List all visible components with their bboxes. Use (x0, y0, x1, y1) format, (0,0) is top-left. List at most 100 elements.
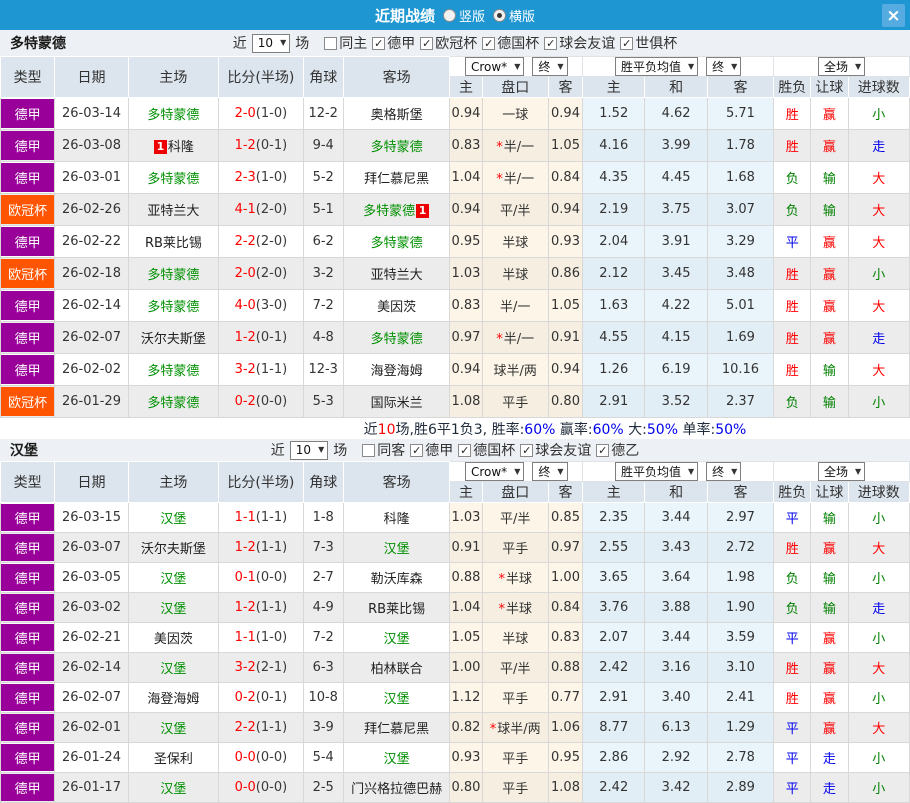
checkbox-unchecked-icon[interactable] (362, 444, 375, 457)
checkbox-unchecked-icon[interactable] (324, 37, 337, 50)
radio-selected-icon[interactable] (493, 9, 506, 22)
result-goals: 大 (848, 533, 909, 563)
filter-checkbox-球会友谊[interactable]: ✓球会友谊 (520, 440, 591, 460)
filter-checkbox-同客[interactable]: 同客 (362, 440, 405, 460)
filter-checkbox-同主[interactable]: 同主 (324, 33, 367, 53)
competition-badge: 德甲 (1, 714, 54, 741)
scope-select-value: 全场 (824, 58, 848, 75)
avg-away-odds: 3.59 (707, 623, 773, 653)
handicap-text: 半球 (502, 268, 528, 283)
filter-checkbox-欧冠杯[interactable]: ✓欧冠杯 (420, 33, 477, 53)
result-handicap: 赢 (811, 623, 848, 653)
home-team-cell: 1科隆 (128, 130, 218, 162)
radio-vertical-label: 竖版 (459, 6, 485, 25)
recent-count-select[interactable]: 10▼ (252, 34, 290, 53)
corners-cell: 3-9 (303, 713, 343, 743)
odds-home: 0.83 (450, 290, 482, 322)
home-team-cell: 多特蒙德 (128, 386, 218, 418)
halftime-score: (2-1) (256, 660, 287, 675)
home-team-name: 汉堡 (160, 722, 186, 737)
match-type-cell: 德甲 (1, 130, 55, 162)
checkbox-checked-icon[interactable]: ✓ (520, 444, 533, 457)
table-row: 德甲26-03-07沃尔夫斯堡1-2(1-1)7-3汉堡0.91平手0.972.… (1, 533, 910, 563)
odds-final-select[interactable]: 终▼ (532, 462, 567, 481)
corners-cell: 12-3 (303, 354, 343, 386)
avg-home-odds: 1.63 (583, 290, 645, 322)
section-team-title: 汉堡 (10, 440, 38, 460)
odds-home: 1.04 (450, 593, 482, 623)
subheader-5: 客 (707, 482, 773, 503)
filter-controls: 近10▼场同客✓德甲✓德国杯✓球会友谊✓德乙 (271, 440, 639, 460)
avg-home-odds: 2.91 (583, 386, 645, 418)
fulltime-score: 0-2 (235, 394, 256, 409)
avg-select[interactable]: 胜平负均值▼ (615, 462, 698, 481)
chevron-down-icon: ▼ (731, 63, 737, 71)
checkbox-checked-icon[interactable]: ✓ (482, 37, 495, 50)
fulltime-score: 0-0 (235, 750, 256, 765)
layout-radio-horizontal[interactable]: 横版 (493, 6, 535, 25)
match-date: 26-01-24 (55, 743, 128, 773)
scope-select[interactable]: 全场▼ (818, 462, 865, 481)
corners-cell: 7-2 (303, 623, 343, 653)
filter-checkbox-德国杯[interactable]: ✓德国杯 (458, 440, 515, 460)
odds-final-select[interactable]: 终▼ (532, 57, 567, 76)
score-cell: 0-2(0-0) (219, 386, 303, 418)
handicap-star-icon: * (498, 572, 505, 587)
filter-checkbox-德乙[interactable]: ✓德乙 (596, 440, 639, 460)
result-goals: 小 (848, 98, 909, 130)
checkbox-checked-icon[interactable]: ✓ (420, 37, 433, 50)
scope-select[interactable]: 全场▼ (818, 57, 865, 76)
odds-home: 1.00 (450, 653, 482, 683)
filter-checkbox-德甲[interactable]: ✓德甲 (372, 33, 415, 53)
subheader-1: 盘口 (482, 482, 548, 503)
home-team-cell: 沃尔夫斯堡 (128, 533, 218, 563)
recent-count-select[interactable]: 10▼ (290, 441, 328, 460)
avg-away-odds: 10.16 (707, 354, 773, 386)
avg-final-select[interactable]: 终▼ (706, 57, 741, 76)
bookmaker-select[interactable]: Crow*▼ (465, 462, 524, 481)
handicap-text: 半球 (502, 632, 528, 647)
match-type-cell: 德甲 (1, 226, 55, 258)
match-date: 26-03-01 (55, 162, 128, 194)
corners-cell: 4-8 (303, 322, 343, 354)
checkbox-checked-icon[interactable]: ✓ (596, 444, 609, 457)
home-team-cell: 汉堡 (128, 713, 218, 743)
corners-cell: 9-4 (303, 130, 343, 162)
home-team-name: 沃尔夫斯堡 (141, 332, 206, 347)
checkbox-checked-icon[interactable]: ✓ (544, 37, 557, 50)
filter-checkbox-球会友谊[interactable]: ✓球会友谊 (544, 33, 615, 53)
checkbox-checked-icon[interactable]: ✓ (458, 444, 471, 457)
avg-final-select[interactable]: 终▼ (706, 462, 741, 481)
odds-away: 1.05 (548, 290, 582, 322)
checkbox-checked-icon[interactable]: ✓ (410, 444, 423, 457)
close-button[interactable]: × (882, 4, 905, 27)
avg-select[interactable]: 胜平负均值▼ (615, 57, 698, 76)
radio-unselected-icon[interactable] (443, 9, 456, 22)
checkbox-label: 德乙 (611, 440, 639, 460)
column-header-主场: 主场 (128, 57, 218, 98)
corners-cell: 2-7 (303, 563, 343, 593)
match-date: 26-03-08 (55, 130, 128, 162)
avg-home-odds: 1.52 (583, 98, 645, 130)
home-team-name: 圣保利 (154, 752, 193, 767)
checkbox-label: 德国杯 (497, 33, 539, 53)
result-goals: 小 (848, 386, 909, 418)
result-handicap: 输 (811, 563, 848, 593)
checkbox-checked-icon[interactable]: ✓ (372, 37, 385, 50)
subheader-8: 进球数 (848, 77, 909, 98)
column-header-客场: 客场 (343, 462, 450, 503)
handicap-text: 半/一 (504, 332, 534, 347)
filter-checkbox-世俱杯[interactable]: ✓世俱杯 (620, 33, 677, 53)
filter-checkbox-德国杯[interactable]: ✓德国杯 (482, 33, 539, 53)
filter-checkbox-德甲[interactable]: ✓德甲 (410, 440, 453, 460)
summary-part: 赢率: (555, 422, 592, 438)
odds-final-select-value: 终 (538, 58, 550, 75)
handicap-cell: *半球 (482, 593, 548, 623)
away-team-name: 美因茨 (377, 300, 416, 315)
match-type-cell: 德甲 (1, 773, 55, 803)
layout-radio-vertical[interactable]: 竖版 (443, 6, 485, 25)
checkbox-checked-icon[interactable]: ✓ (620, 37, 633, 50)
bookmaker-select[interactable]: Crow*▼ (465, 57, 524, 76)
away-team-cell: 多特蒙德 (343, 322, 450, 354)
odds-away: 1.08 (548, 773, 582, 803)
